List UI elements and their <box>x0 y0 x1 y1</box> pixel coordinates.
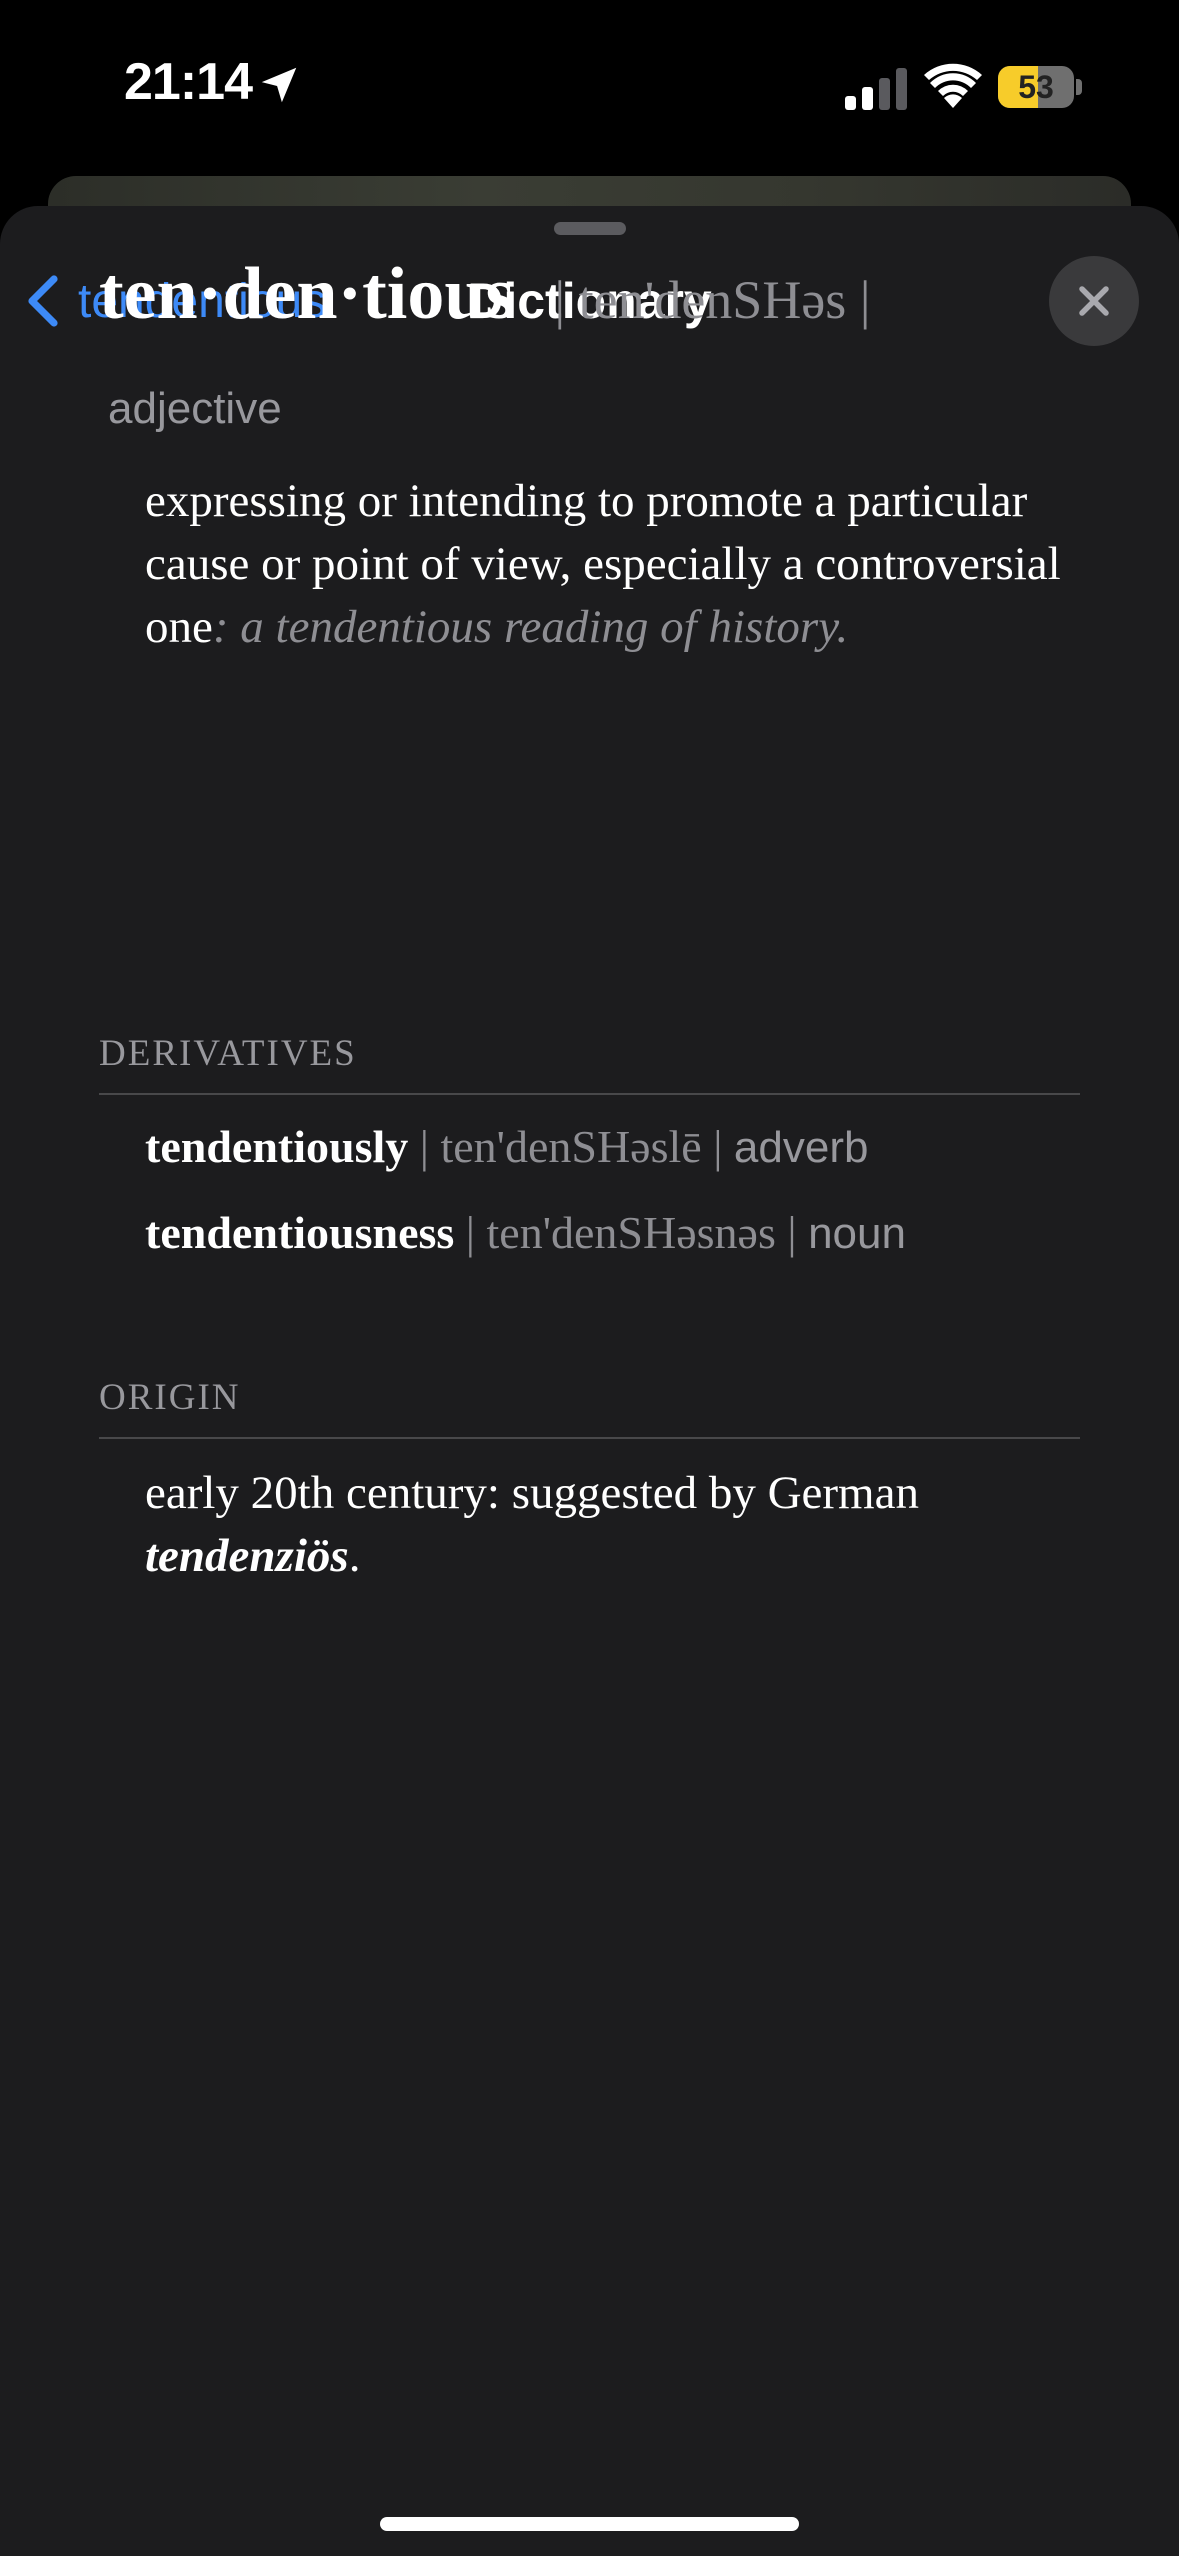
location-arrow-icon <box>261 67 297 103</box>
home-indicator[interactable] <box>380 2517 799 2531</box>
headword: ten·den·tious <box>99 253 515 335</box>
close-button[interactable] <box>1049 256 1139 346</box>
definition-example: a tendentious reading of history. <box>240 601 849 653</box>
sheet-grabber[interactable] <box>554 222 626 235</box>
origin-end: . <box>348 1530 361 1582</box>
derivative-item: tendentiousness | ten'denSHəsnəs | noun <box>145 1206 906 1259</box>
derivative-pronunciation: | ten'denSHəsnəs | <box>454 1207 809 1258</box>
origin-body: early 20th century: suggested by German <box>145 1467 919 1519</box>
derivatives-divider <box>99 1093 1080 1095</box>
definition: expressing or intending to promote a par… <box>145 470 1085 659</box>
derivatives-heading: DERIVATIVES <box>99 1033 357 1074</box>
pronunciation: | ten'denSHəs | <box>554 270 871 330</box>
origin-text: early 20th century: suggested by German … <box>145 1462 1085 1588</box>
status-time: 21:14 <box>124 53 253 111</box>
battery-icon: 53 <box>998 66 1082 108</box>
derivative-pos: noun <box>808 1209 906 1258</box>
wifi-icon <box>924 63 982 108</box>
signal-icon <box>845 68 907 110</box>
derivative-item: tendentiously | ten'denSHəslē | adverb <box>145 1120 868 1173</box>
origin-heading: ORIGIN <box>99 1377 241 1418</box>
derivative-word: tendentiousness <box>145 1207 455 1258</box>
chevron-left-icon <box>28 275 58 327</box>
battery-level: 53 <box>1018 69 1054 105</box>
entry-header: ten·den·tious | ten'denSHəs | <box>99 252 871 337</box>
derivative-word: tendentiously <box>145 1121 409 1172</box>
derivative-pos: adverb <box>733 1123 869 1172</box>
close-icon <box>1079 286 1109 316</box>
origin-word: tendenziös <box>145 1530 349 1582</box>
definition-separator: : <box>212 601 241 653</box>
derivative-pronunciation: | ten'denSHəslē | <box>408 1121 734 1172</box>
origin-divider <box>99 1437 1080 1439</box>
part-of-speech: adjective <box>108 384 282 433</box>
status-bar: 21:14 53 <box>0 0 1179 175</box>
